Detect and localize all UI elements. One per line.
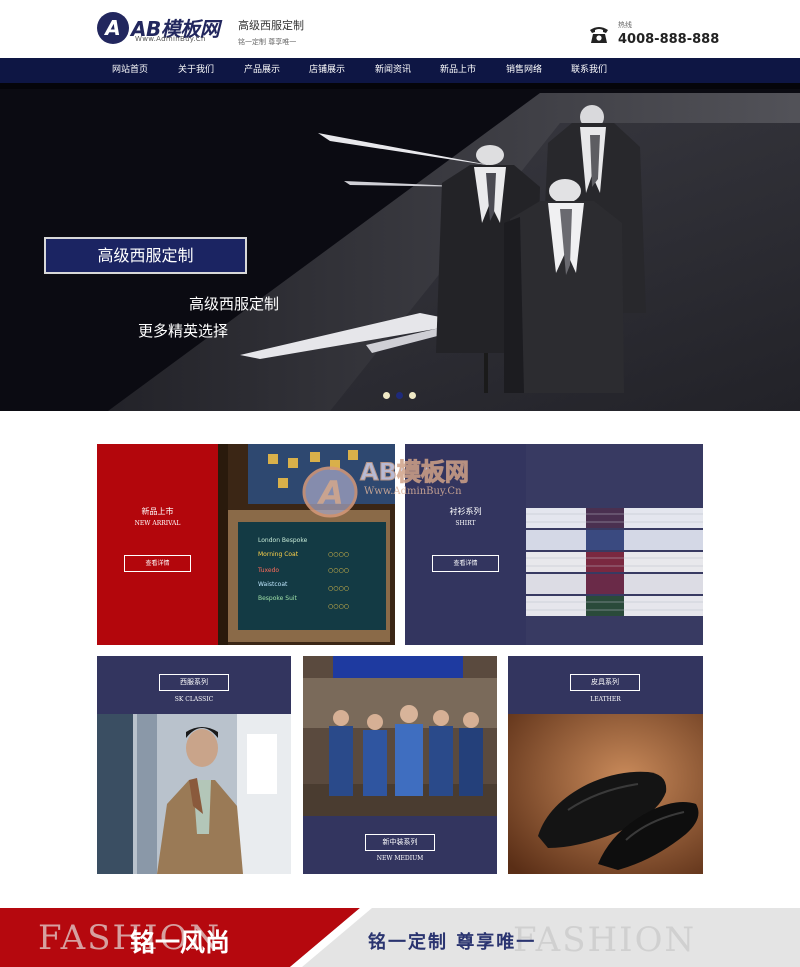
slogan-main: 高级西服定制 — [238, 19, 304, 32]
bottom-banner: FASHION FASHION 铭一风尚 铭一定制 尊享唯一 — [0, 908, 800, 967]
svg-text:London Bespoke: London Bespoke — [258, 537, 308, 544]
new-medium-title[interactable]: 新中装系列 — [365, 834, 435, 851]
new-arrival-panel: 新品上市 NEW ARRIVAL 查看详情 — [97, 444, 218, 645]
hero-banner: 高级西服定制 高级西服定制 更多精英选择 — [0, 83, 800, 411]
new-arrival-subtitle: NEW ARRIVAL — [134, 520, 181, 527]
bottom-banner-subtitle: 铭一定制 尊享唯一 — [368, 932, 537, 953]
bottom-banner-title: 铭一风尚 — [130, 928, 231, 957]
fashion-bg-text-right: FASHION — [513, 920, 697, 960]
telephone-icon — [590, 27, 608, 43]
new-arrival-photo[interactable]: London Bespoke Morning Coat Tuxedo Waist… — [218, 444, 395, 645]
slogan-sub: 铭一定制 尊享唯一 — [238, 38, 297, 46]
nav-item-news[interactable]: 新闻资讯 — [375, 58, 411, 83]
svg-text:Tuxedo: Tuxedo — [257, 567, 279, 574]
hero-line-1: 高级西服定制 — [189, 295, 280, 313]
hero-title-box: 高级西服定制 — [44, 237, 247, 274]
svg-text:Waistcoat: Waistcoat — [258, 581, 288, 588]
slider-dot-active[interactable] — [396, 392, 403, 399]
shirt-title: 衬衫系列 — [449, 507, 482, 516]
svg-text:○○○○: ○○○○ — [328, 603, 349, 610]
leather-subtitle: LEATHER — [590, 696, 621, 703]
suit-panel: 西服系列 SK CLASSIC — [97, 656, 291, 714]
nav-item-home[interactable]: 网站首页 — [112, 58, 148, 83]
new-arrival-title: 新品上市 — [141, 507, 174, 516]
svg-text:○○○○: ○○○○ — [328, 567, 349, 574]
logo-url: Www.AdminBuy.Cn — [135, 35, 206, 43]
suit-title[interactable]: 西服系列 — [159, 674, 229, 691]
slider-dot[interactable] — [409, 392, 416, 399]
main-nav: 网站首页 关于我们 产品展示 店铺展示 新闻资讯 新品上市 销售网络 联系我们 — [0, 58, 800, 83]
svg-text:○○○○: ○○○○ — [328, 551, 349, 558]
new-arrival-detail-button[interactable]: 查看详情 — [124, 555, 191, 572]
nav-item-products[interactable]: 产品展示 — [244, 58, 280, 83]
nav-item-contact[interactable]: 联系我们 — [571, 58, 607, 83]
site-header: A AB模板网 Www.AdminBuy.Cn 高级西服定制 铭一定制 尊享唯一… — [0, 0, 800, 58]
leather-panel: 皮具系列 LEATHER — [508, 656, 703, 714]
nav-item-sales-network[interactable]: 销售网络 — [506, 58, 542, 83]
slider-dot[interactable] — [383, 392, 390, 399]
hotline-label: 热线 — [618, 21, 632, 29]
shirt-panel: 衬衫系列 SHIRT 查看详情 — [405, 444, 526, 645]
header-slogan: 高级西服定制 铭一定制 尊享唯一 — [238, 17, 304, 47]
hero-line-2: 更多精英选择 — [138, 322, 229, 340]
hotline-number: 4008-888-888 — [618, 32, 720, 47]
site-logo[interactable]: A AB模板网 Www.AdminBuy.Cn — [97, 12, 220, 48]
svg-text:Morning Coat: Morning Coat — [258, 551, 299, 558]
suit-subtitle: SK CLASSIC — [174, 696, 214, 703]
new-medium-subtitle: NEW MEDIUM — [376, 855, 424, 862]
nav-item-stores[interactable]: 店铺展示 — [309, 58, 345, 83]
suit-photo[interactable] — [97, 714, 291, 874]
leather-photo[interactable] — [508, 714, 703, 874]
leather-title[interactable]: 皮具系列 — [570, 674, 640, 691]
shirt-detail-button[interactable]: 查看详情 — [432, 555, 499, 572]
new-medium-panel: 新中装系列 NEW MEDIUM — [303, 816, 497, 874]
logo-mark: A — [97, 12, 129, 44]
shirt-subtitle: SHIRT — [455, 520, 476, 527]
shirt-photo[interactable] — [526, 444, 703, 645]
nav-item-about[interactable]: 关于我们 — [178, 58, 214, 83]
svg-text:○○○○: ○○○○ — [328, 585, 349, 592]
nav-item-new-arrivals[interactable]: 新品上市 — [440, 58, 476, 83]
svg-text:Bespoke Suit: Bespoke Suit — [258, 595, 298, 602]
new-medium-photo[interactable] — [303, 656, 497, 816]
